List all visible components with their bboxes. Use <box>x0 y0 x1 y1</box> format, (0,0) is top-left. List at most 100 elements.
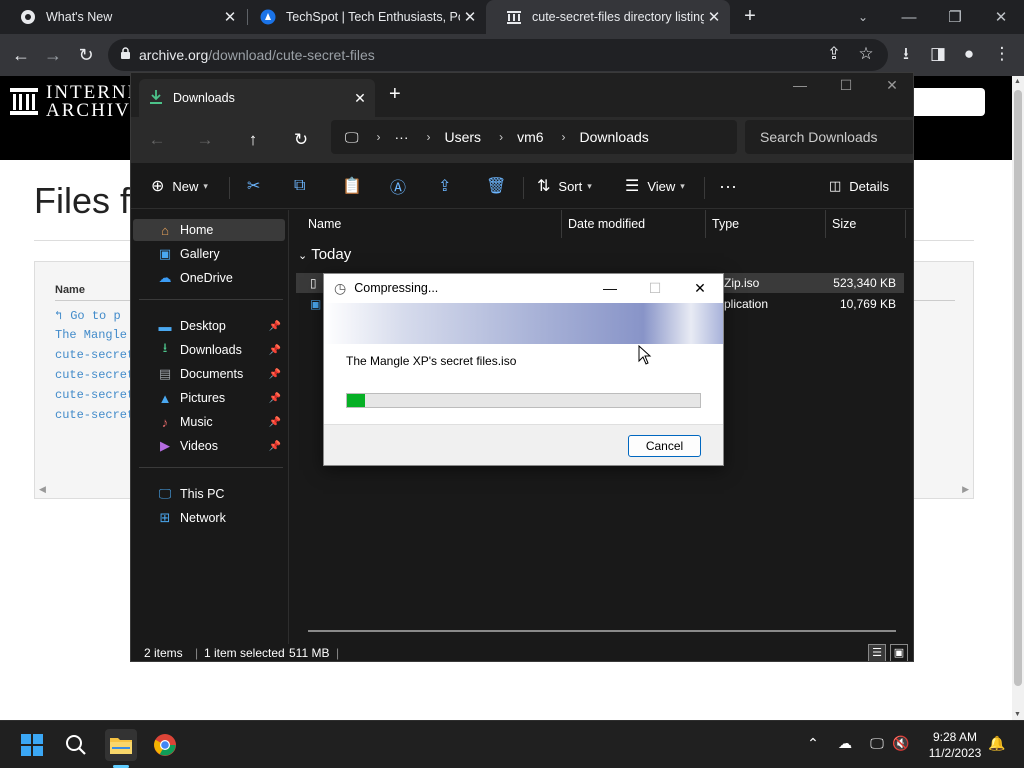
breadcrumb[interactable]: 🖵 › ··· › Users › vm6 › Downloads <box>331 120 737 154</box>
forward-arrow-icon[interactable]: → <box>40 42 66 68</box>
side-panel-icon[interactable]: ◨ <box>924 40 952 68</box>
close-icon[interactable]: ✕ <box>978 0 1024 34</box>
file-link[interactable]: cute-secret <box>55 408 134 422</box>
rename-button[interactable]: Ⓐ <box>390 173 414 199</box>
scroll-down-icon[interactable]: ▼ <box>1014 711 1021 718</box>
minimize-icon[interactable]: — <box>587 274 633 302</box>
file-link[interactable]: cute-secret <box>55 368 134 382</box>
download-icon[interactable]: ⭳ <box>892 40 920 68</box>
column-header-size[interactable]: Size <box>826 210 906 238</box>
profile-icon[interactable]: ● <box>955 40 983 68</box>
back-arrow-icon[interactable]: ← <box>8 42 34 68</box>
sidebar-item-pictures[interactable]: ▲ Pictures 📌 <box>133 387 285 409</box>
new-tab-icon[interactable]: + <box>389 83 401 106</box>
scroll-right-icon[interactable]: ▶ <box>962 484 969 495</box>
sidebar-item-videos[interactable]: ▶ Videos 📌 <box>133 435 285 457</box>
new-tab-icon[interactable]: + <box>738 5 762 29</box>
column-header-date-modified[interactable]: Date modified <box>562 210 706 238</box>
sidebar-item-home[interactable]: ⌂ Home <box>133 219 285 241</box>
column-header-name[interactable]: Name <box>302 210 562 238</box>
parent-directory-link[interactable]: ↰ Go to p <box>55 308 121 323</box>
minimize-icon[interactable]: — <box>777 77 823 97</box>
share-icon[interactable]: ⇪ <box>820 40 848 68</box>
sidebar-item-this-pc[interactable]: 🖵 This PC <box>133 483 285 505</box>
scroll-up-icon[interactable]: ▲ <box>1014 78 1021 85</box>
volume-muted-icon[interactable]: 🔇 <box>890 735 912 755</box>
pin-icon[interactable]: 📌 <box>269 441 281 452</box>
onedrive-cloud-icon[interactable]: ☁ <box>834 735 856 755</box>
tab-close-icon[interactable]: ✕ <box>460 8 480 26</box>
breadcrumb-vm6[interactable]: vm6 <box>517 129 543 145</box>
sort-button[interactable]: ⇅ Sort ▾ <box>537 173 592 199</box>
more-locations-icon[interactable]: ··· <box>395 129 409 145</box>
pin-icon[interactable]: 📌 <box>269 393 281 404</box>
tab-search-chevron-icon[interactable]: ⌄ <box>840 0 886 34</box>
start-windows-icon[interactable] <box>16 729 48 761</box>
horizontal-scrollbar[interactable] <box>308 630 896 632</box>
pin-icon[interactable]: 📌 <box>269 417 281 428</box>
more-options-icon[interactable]: ··· <box>719 173 737 199</box>
view-button[interactable]: ☰ View ▾ <box>625 173 685 199</box>
tab-close-icon[interactable]: ✕ <box>704 8 724 26</box>
browser-tab-techspot[interactable]: TechSpot | Tech Enthusiasts, Pow ✕ <box>240 0 486 34</box>
sidebar-item-desktop[interactable]: ▬ Desktop 📌 <box>133 315 285 337</box>
browser-tab-cute-secret-files[interactable]: cute-secret-files directory listing ✕ <box>486 0 730 34</box>
ia-logo[interactable]: INTERNE ARCHIVE <box>10 83 144 120</box>
chrome-icon[interactable] <box>149 729 181 761</box>
system-clock[interactable]: 9:28 AM 11/2/2023 <box>918 729 992 761</box>
chevron-right-icon[interactable]: › <box>499 130 503 144</box>
sidebar-item-network[interactable]: ⊞ Network <box>133 507 285 529</box>
refresh-icon[interactable]: ↻ <box>287 127 315 153</box>
breadcrumb-downloads[interactable]: Downloads <box>580 129 649 145</box>
file-link[interactable]: cute-secret <box>55 388 134 402</box>
new-button[interactable]: ⊕ New ▾ <box>151 173 208 199</box>
file-explorer-icon[interactable] <box>105 729 137 761</box>
file-link[interactable]: The Mangle <box>55 328 127 342</box>
cancel-button[interactable]: Cancel <box>628 435 701 457</box>
details-button[interactable]: ◫ Details <box>829 173 889 199</box>
monitor-icon[interactable]: 🖵 <box>345 129 359 146</box>
search-icon[interactable] <box>60 729 92 761</box>
cut-button[interactable]: ✂ <box>247 173 268 199</box>
tiles-view-icon[interactable]: ▣ <box>890 644 908 661</box>
reload-icon[interactable]: ↻ <box>73 42 99 68</box>
file-link[interactable]: cute-secret <box>55 348 134 362</box>
scroll-left-icon[interactable]: ◀ <box>39 484 46 495</box>
close-icon[interactable]: ✕ <box>677 274 723 302</box>
menu-kebab-icon[interactable]: ⋮ <box>988 40 1016 68</box>
share-button[interactable]: ⇪ <box>438 173 459 199</box>
notification-bell-icon[interactable]: 🔔 <box>986 735 1008 755</box>
bookmark-star-icon[interactable]: ☆ <box>852 40 880 68</box>
up-arrow-icon[interactable]: ↑ <box>239 127 267 153</box>
explorer-tab-downloads[interactable]: Downloads ✕ <box>139 79 375 117</box>
close-icon[interactable]: ✕ <box>869 77 913 97</box>
chevron-up-icon[interactable]: ⌃ <box>802 735 824 755</box>
address-bar[interactable]: archive.org/download/cute-secret-files <box>108 39 888 71</box>
tab-close-icon[interactable]: ✕ <box>345 90 375 107</box>
paste-button[interactable]: 📋 <box>342 173 370 199</box>
back-arrow-icon[interactable]: ← <box>143 127 171 153</box>
column-header-type[interactable]: Type <box>706 210 826 238</box>
network-icon[interactable]: 🖵 <box>866 735 888 755</box>
explorer-search-input[interactable]: Search Downloads <box>745 120 913 154</box>
group-header-today[interactable]: ⌄ Today <box>298 246 351 263</box>
pin-icon[interactable]: 📌 <box>269 321 281 332</box>
sidebar-item-music[interactable]: ♪ Music 📌 <box>133 411 285 433</box>
details-view-icon[interactable]: ☰ <box>868 644 886 661</box>
copy-button[interactable]: ⧉ <box>294 173 313 199</box>
chevron-right-icon[interactable]: › <box>562 130 566 144</box>
chevron-right-icon[interactable]: › <box>427 130 431 144</box>
chevron-right-icon[interactable]: › <box>377 130 381 144</box>
pin-icon[interactable]: 📌 <box>269 345 281 356</box>
sidebar-item-onedrive[interactable]: ☁ OneDrive <box>133 267 285 289</box>
browser-tab-whats-new[interactable]: What's New ✕ <box>0 0 246 34</box>
scroll-thumb[interactable] <box>1014 90 1022 686</box>
tab-close-icon[interactable]: ✕ <box>220 8 240 26</box>
minimize-icon[interactable]: — <box>886 0 932 34</box>
maximize-icon[interactable]: ☐ <box>823 77 869 97</box>
delete-button[interactable]: 🗑 <box>486 173 514 199</box>
restore-icon[interactable]: ❐ <box>932 0 978 34</box>
forward-arrow-icon[interactable]: → <box>191 127 219 153</box>
pin-icon[interactable]: 📌 <box>269 369 281 380</box>
breadcrumb-users[interactable]: Users <box>445 129 482 145</box>
